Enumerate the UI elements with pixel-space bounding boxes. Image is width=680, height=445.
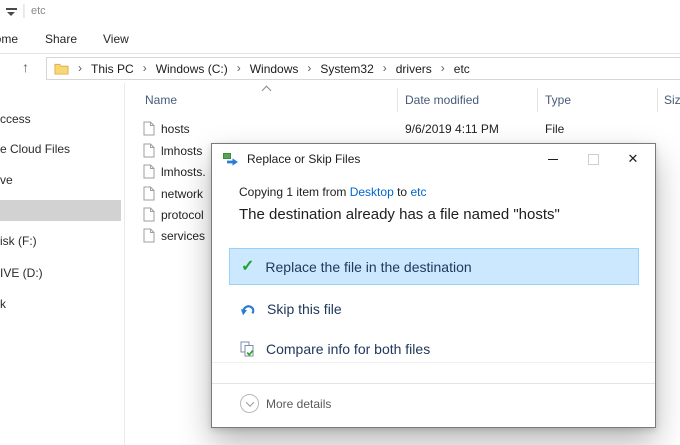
file-icon: [143, 186, 155, 201]
copy-status-mid: to: [394, 185, 411, 199]
file-icon: [143, 121, 155, 136]
window-title: etc: [31, 5, 46, 17]
dialog-divider: [212, 362, 655, 363]
explorer-window: | etc Home Share View ↑ › This PC › Wind…: [0, 0, 680, 445]
sidebar-item-cloud-files[interactable]: e Cloud Files: [0, 141, 70, 157]
dialog-titlebar: Replace or Skip Files ✕: [212, 144, 655, 174]
sidebar-item-drive-d[interactable]: IVE (D:): [0, 265, 43, 281]
sort-ascending-icon: [262, 86, 272, 96]
skip-file-option[interactable]: Skip this file: [229, 290, 639, 327]
file-row-name[interactable]: services: [161, 228, 205, 244]
copy-status-prefix: Copying 1 item from: [239, 185, 350, 199]
qat-bar: [6, 8, 17, 10]
file-icon: [143, 164, 155, 179]
folder-icon: [54, 62, 69, 75]
breadcrumb-separator: ›: [383, 61, 387, 75]
compare-files-icon: [240, 341, 255, 357]
titlebar-divider: |: [22, 2, 26, 19]
skip-arrow-icon: [240, 301, 256, 317]
tab-share[interactable]: Share: [45, 32, 77, 46]
breadcrumb-drivers[interactable]: drivers: [396, 62, 432, 76]
copy-status-line: Copying 1 item from Desktop to etc: [239, 185, 426, 199]
maximize-button: [573, 144, 613, 174]
column-header-date[interactable]: Date modified: [405, 93, 479, 107]
column-header-name[interactable]: Name: [145, 93, 177, 107]
minimize-icon: [548, 159, 558, 160]
more-details-toggle[interactable]: More details: [240, 394, 331, 413]
breadcrumb-this-pc[interactable]: This PC: [91, 62, 134, 76]
replace-or-skip-dialog: Replace or Skip Files ✕ Copying 1 item f…: [211, 143, 656, 428]
breadcrumb-system32[interactable]: System32: [320, 62, 373, 76]
breadcrumb-separator: ›: [307, 61, 311, 75]
breadcrumb-etc[interactable]: etc: [454, 62, 470, 76]
replace-file-label: Replace the file in the destination: [265, 259, 471, 275]
file-icon: [143, 228, 155, 243]
breadcrumb-separator: ›: [441, 61, 445, 75]
breadcrumb-separator: ›: [143, 61, 147, 75]
chevron-down-circle-icon: [240, 394, 259, 413]
sidebar-divider: [124, 83, 125, 445]
breadcrumb-separator: ›: [237, 61, 241, 75]
close-icon: ✕: [628, 151, 639, 167]
sidebar-item-onedrive[interactable]: ve: [0, 172, 13, 188]
sidebar-item-selected[interactable]: [0, 200, 121, 221]
chevron-down-icon: [245, 398, 253, 406]
check-icon: ✓: [241, 259, 254, 275]
file-row-name[interactable]: lmhosts.: [161, 164, 206, 180]
sidebar-item-network[interactable]: k: [0, 296, 6, 312]
compare-files-label: Compare info for both files: [266, 341, 430, 357]
file-icon: [143, 143, 155, 158]
up-arrow-icon[interactable]: ↑: [22, 59, 29, 75]
file-row-date: 9/6/2019 4:11 PM: [405, 122, 499, 136]
more-details-label: More details: [266, 397, 331, 411]
address-bar[interactable]: › This PC › Windows (C:) › Windows › Sys…: [46, 57, 680, 80]
ribbon-divider: [0, 53, 680, 54]
sidebar-item-quick-access[interactable]: ccess: [0, 111, 31, 127]
file-row-name[interactable]: lmhosts: [161, 143, 202, 159]
file-row-name[interactable]: protocol: [161, 207, 204, 223]
source-folder-link[interactable]: Desktop: [350, 185, 394, 199]
column-divider[interactable]: [397, 88, 398, 112]
copy-files-icon: [223, 152, 239, 166]
tab-home[interactable]: Home: [0, 32, 18, 46]
breadcrumb-separator: ›: [78, 61, 82, 75]
dialog-title: Replace or Skip Files: [247, 152, 360, 166]
column-divider[interactable]: [537, 88, 538, 112]
tab-view[interactable]: View: [103, 32, 129, 46]
column-divider[interactable]: [657, 88, 658, 112]
column-header-size[interactable]: Size: [664, 93, 680, 107]
conflict-headline: The destination already has a file named…: [239, 206, 560, 223]
minimize-button[interactable]: [533, 144, 573, 174]
close-button[interactable]: ✕: [613, 144, 653, 174]
chevron-down-icon: [7, 12, 15, 16]
quick-access-toolbar-icon[interactable]: [6, 8, 18, 16]
breadcrumb-windows-c[interactable]: Windows (C:): [156, 62, 228, 76]
file-row-name[interactable]: hosts: [161, 121, 190, 137]
maximize-icon: [588, 154, 599, 165]
breadcrumb-windows[interactable]: Windows: [250, 62, 299, 76]
dialog-window-controls: ✕: [533, 144, 653, 174]
dialog-divider: [212, 383, 655, 384]
file-icon: [143, 207, 155, 222]
replace-file-option[interactable]: ✓ Replace the file in the destination: [229, 248, 639, 285]
skip-file-label: Skip this file: [267, 301, 342, 317]
destination-folder-link[interactable]: etc: [410, 185, 426, 199]
file-row-name[interactable]: network: [161, 186, 203, 202]
sidebar-item-disk-f[interactable]: isk (F:): [0, 233, 37, 249]
file-row-type: File: [545, 122, 564, 136]
column-header-type[interactable]: Type: [545, 93, 571, 107]
